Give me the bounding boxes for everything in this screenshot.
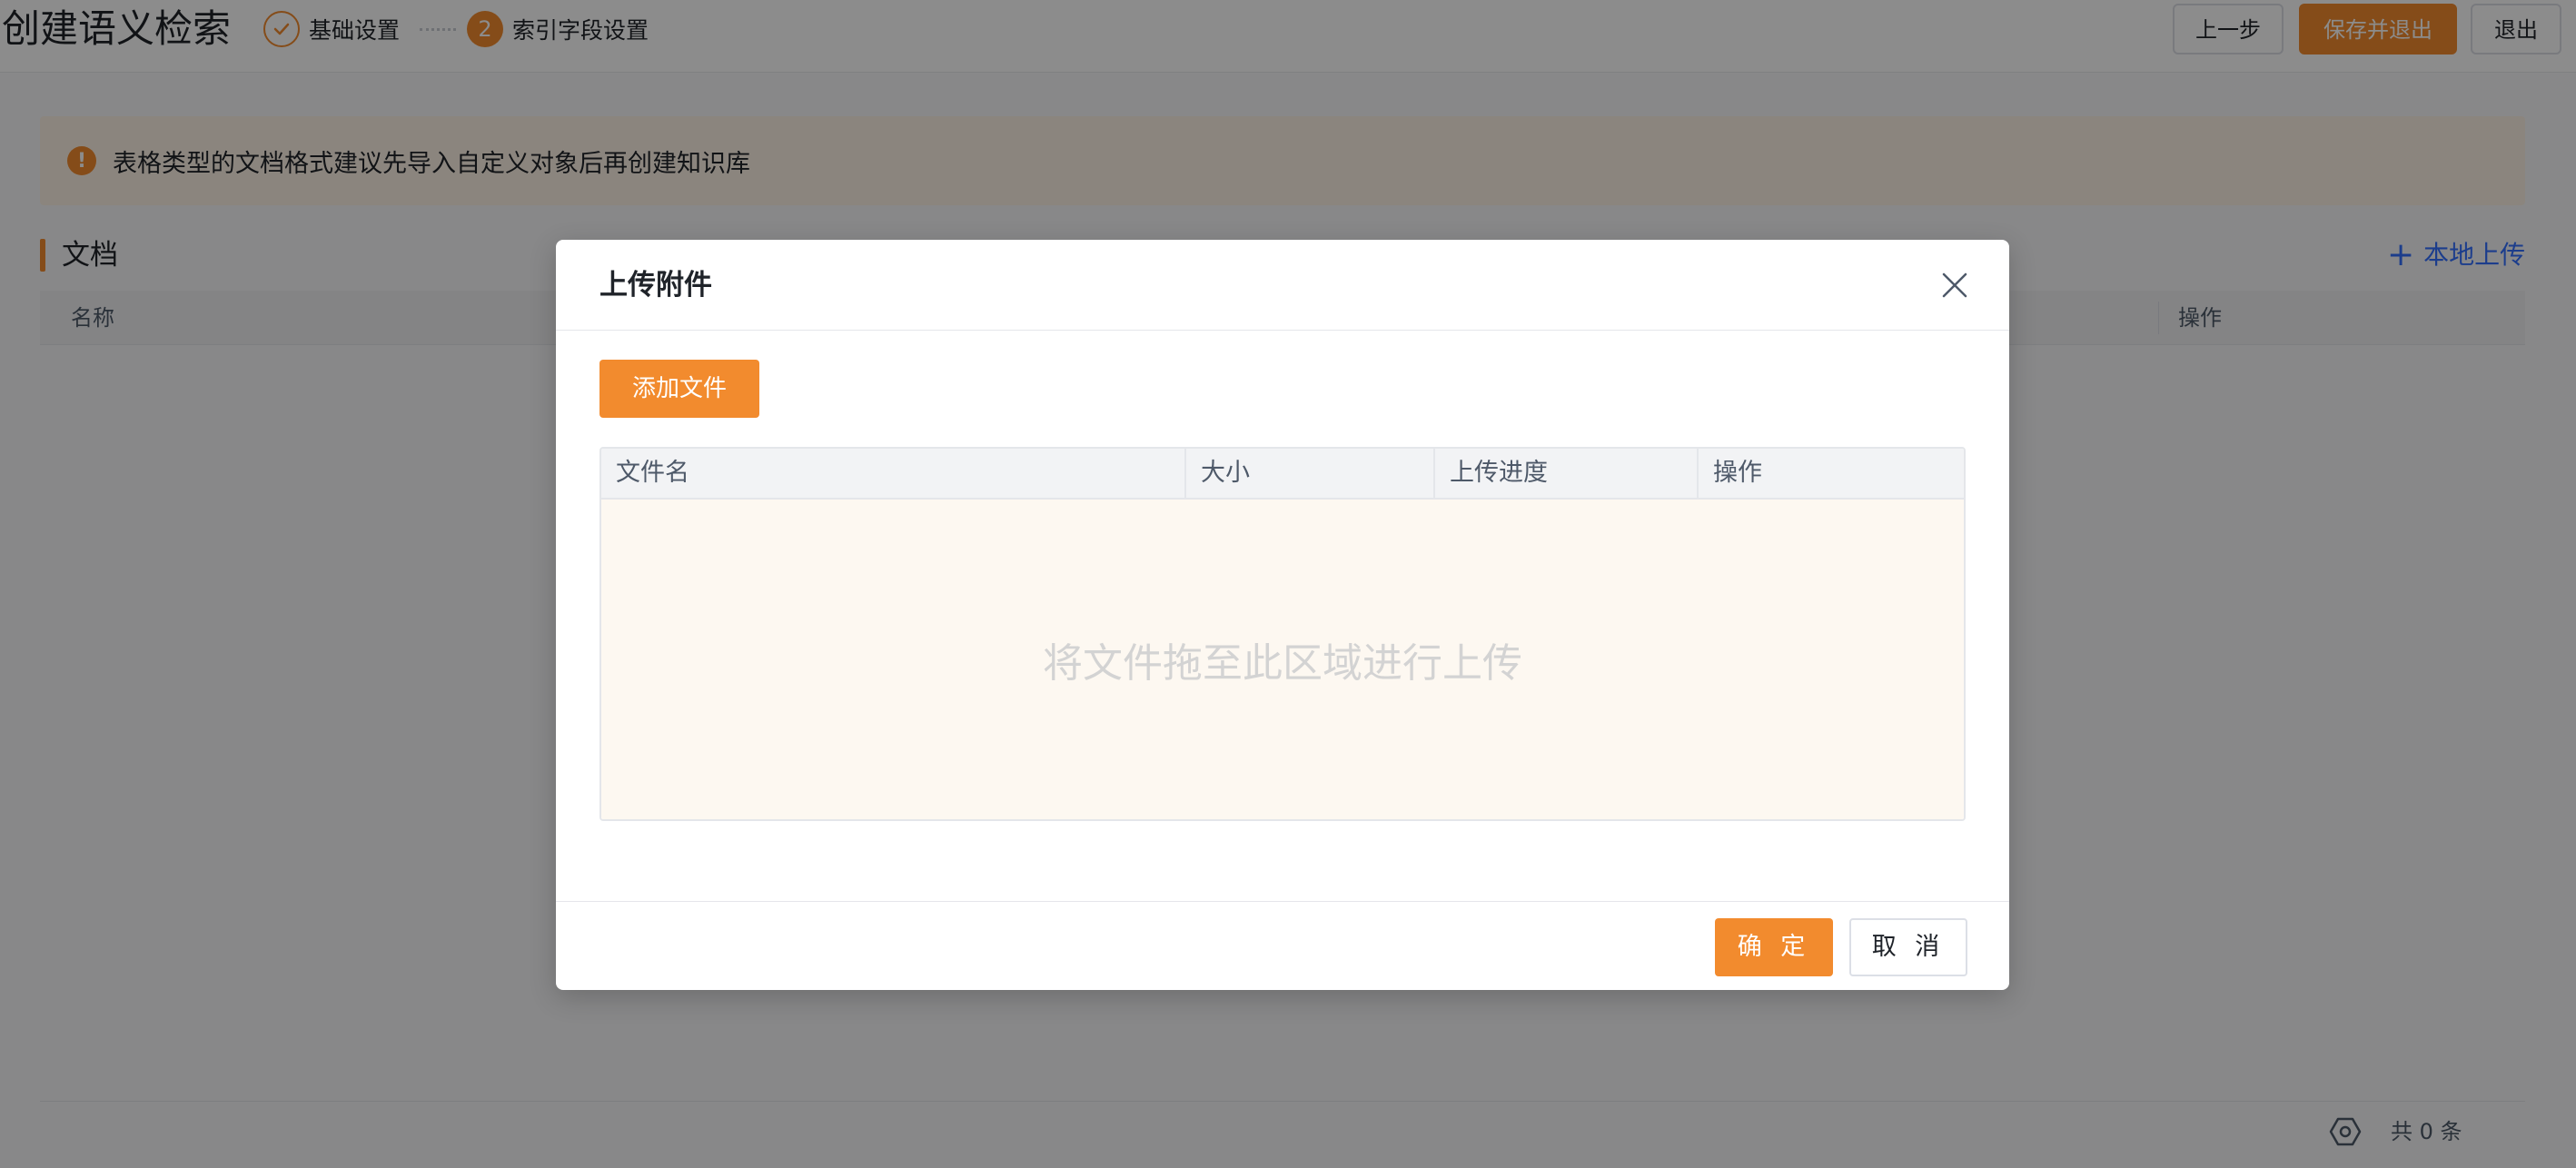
cancel-button[interactable]: 取 消 <box>1849 918 1967 976</box>
dropzone-hint: 将文件拖至此区域进行上传 <box>1043 640 1522 687</box>
upload-file-table: 文件名 大小 上传进度 操作 将文件拖至此区域进行上传 <box>599 447 1966 821</box>
add-file-button[interactable]: 添加文件 <box>599 360 759 418</box>
dialog-title: 上传附件 <box>599 269 712 302</box>
column-header-size: 大小 <box>1201 459 1250 487</box>
app-page: 创建语义检索 基础设置 2 索引字段设置 上一步 保存并退出 退出 ! 表格类型… <box>0 0 2576 1168</box>
column-header-actions: 操作 <box>1713 459 1762 487</box>
upload-attachment-dialog: 上传附件 添加文件 文件名 大小 上传进度 操作 将文件拖至此区域进行上传 确 … <box>556 240 2009 990</box>
dialog-footer: 确 定 取 消 <box>556 901 2009 990</box>
column-divider <box>1697 449 1699 498</box>
close-icon[interactable] <box>1938 269 1971 302</box>
file-dropzone[interactable]: 将文件拖至此区域进行上传 <box>601 500 1964 819</box>
column-header-progress: 上传进度 <box>1450 459 1548 487</box>
column-header-filename: 文件名 <box>616 459 689 487</box>
column-divider <box>1184 449 1186 498</box>
confirm-button[interactable]: 确 定 <box>1715 918 1833 976</box>
dialog-header: 上传附件 <box>556 240 2009 331</box>
column-divider <box>1433 449 1435 498</box>
file-table-header: 文件名 大小 上传进度 操作 <box>601 449 1964 500</box>
